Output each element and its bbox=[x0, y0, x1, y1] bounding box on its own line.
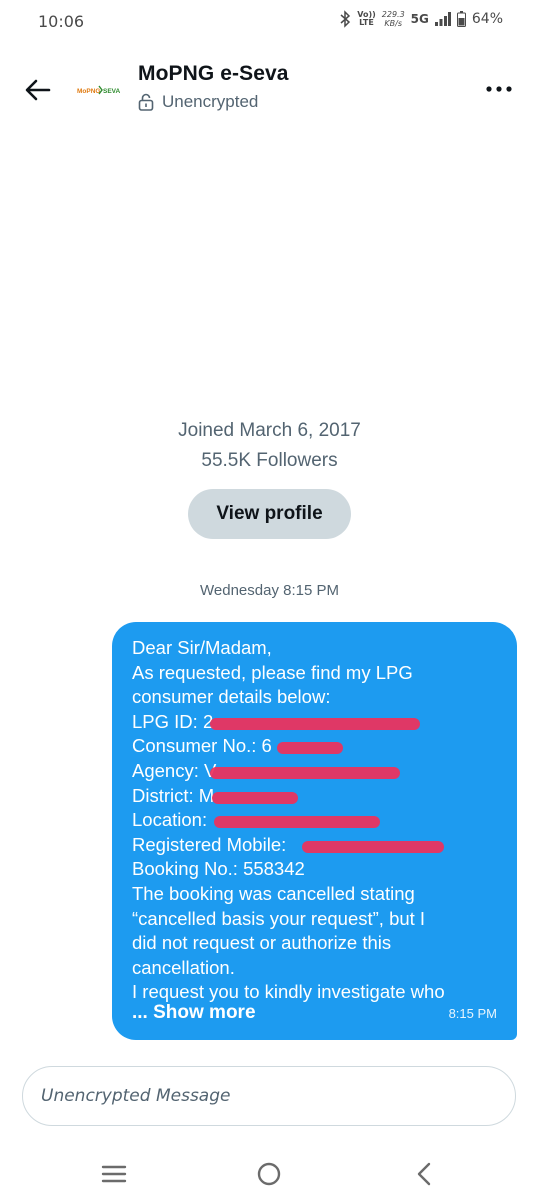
agency-label: Agency: V bbox=[132, 759, 217, 781]
signal-icon bbox=[434, 12, 451, 26]
bluetooth-icon bbox=[340, 10, 351, 28]
volte-indicator: Vo)) LTE bbox=[357, 11, 376, 27]
message-line-location: Location: bbox=[132, 808, 497, 833]
joined-date: Joined March 6, 2017 bbox=[178, 420, 361, 441]
recent-apps-button[interactable] bbox=[98, 1158, 130, 1190]
message-footer: ... Show more 8:15 PM bbox=[132, 1002, 497, 1024]
conversation-header: MoPNG SEVA MoPNG e-Seva Unencrypted bbox=[0, 50, 539, 130]
show-more-link[interactable]: ... Show more bbox=[132, 1002, 256, 1024]
svg-text:MoPNG: MoPNG bbox=[77, 88, 100, 95]
message-composer bbox=[22, 1066, 516, 1126]
mobile-label: Registered Mobile: bbox=[132, 833, 287, 855]
redaction-mark bbox=[277, 742, 343, 755]
back-button[interactable] bbox=[20, 72, 56, 108]
status-bar: 10:06 Vo)) LTE 229.3 KB/s 5G 64% bbox=[0, 0, 539, 44]
more-options-icon bbox=[486, 86, 512, 92]
header-title-block[interactable]: MoPNG e-Seva Unencrypted bbox=[138, 62, 289, 112]
redaction-mark bbox=[212, 791, 298, 804]
redaction-mark bbox=[302, 840, 444, 853]
speed-value: 229.3 bbox=[381, 10, 405, 19]
lpg-id-label: LPG ID: 2 bbox=[132, 710, 214, 732]
location-label: Location: bbox=[132, 809, 208, 831]
more-options-button[interactable] bbox=[481, 74, 517, 104]
avatar[interactable]: MoPNG SEVA bbox=[76, 70, 122, 110]
back-nav-button[interactable] bbox=[408, 1158, 440, 1190]
conversation-title: MoPNG e-Seva bbox=[138, 62, 289, 85]
redaction-mark bbox=[210, 766, 400, 779]
status-icons: Vo)) LTE 229.3 KB/s 5G 64% bbox=[339, 10, 503, 28]
redaction-mark bbox=[214, 816, 380, 829]
message-timestamp: 8:15 PM bbox=[448, 1006, 497, 1021]
battery-percentage: 64% bbox=[471, 11, 503, 27]
message-line-consumer-no: Consumer No.: 6 bbox=[132, 734, 497, 759]
redaction-mark bbox=[210, 717, 420, 730]
status-time: 10:06 bbox=[38, 12, 85, 31]
message-bubble[interactable]: Dear Sir/Madam, As requested, please fin… bbox=[112, 622, 517, 1040]
message-line: consumer details below: bbox=[132, 686, 331, 708]
message-line: Booking No.: 558342 bbox=[132, 858, 305, 880]
system-navigation-bar bbox=[0, 1150, 539, 1195]
network-speed: 229.3 KB/s bbox=[382, 10, 405, 28]
followers-count: 55.5K Followers bbox=[201, 450, 338, 471]
district-label: District: M bbox=[132, 784, 215, 806]
encryption-label: Unencrypted bbox=[162, 92, 259, 111]
home-button[interactable] bbox=[253, 1158, 285, 1190]
message-line-district: District: M bbox=[132, 784, 497, 809]
home-icon bbox=[257, 1162, 281, 1186]
profile-summary: Joined March 6, 2017 55.5K Followers bbox=[0, 416, 539, 476]
svg-text:SEVA: SEVA bbox=[103, 88, 121, 95]
message-input[interactable] bbox=[39, 1085, 515, 1107]
back-nav-icon bbox=[417, 1162, 431, 1186]
recent-apps-icon bbox=[101, 1165, 127, 1183]
message-line: Dear Sir/Madam, bbox=[132, 637, 272, 658]
day-stamp: Wednesday 8:15 PM bbox=[200, 582, 339, 599]
message-line-agency: Agency: V bbox=[132, 759, 497, 784]
message-line: As requested, please find my LPG bbox=[132, 661, 413, 683]
message-text: Dear Sir/Madam, As requested, please fin… bbox=[132, 636, 497, 1005]
message-line: cancellation. bbox=[132, 956, 235, 978]
volte-bottom: LTE bbox=[359, 18, 374, 27]
view-profile-button[interactable]: View profile bbox=[188, 489, 351, 539]
mopng-logo-icon: MoPNG SEVA bbox=[77, 85, 121, 95]
battery-icon bbox=[456, 11, 466, 27]
message-line: The booking was cancelled stating bbox=[132, 882, 415, 904]
speed-unit: KB/s bbox=[384, 19, 403, 28]
encryption-status: Unencrypted bbox=[138, 92, 289, 112]
message-line-mobile: Registered Mobile: bbox=[132, 833, 497, 858]
message-line: did not request or authorize this bbox=[132, 932, 392, 954]
consumer-no-label: Consumer No.: 6 bbox=[132, 735, 272, 757]
back-arrow-icon bbox=[25, 79, 51, 101]
lock-open-icon bbox=[138, 93, 154, 111]
message-line: “cancelled basis your request”, but I bbox=[132, 907, 426, 929]
message-line-lpg-id: LPG ID: 2 bbox=[132, 710, 497, 735]
network-type: 5G bbox=[410, 12, 429, 26]
